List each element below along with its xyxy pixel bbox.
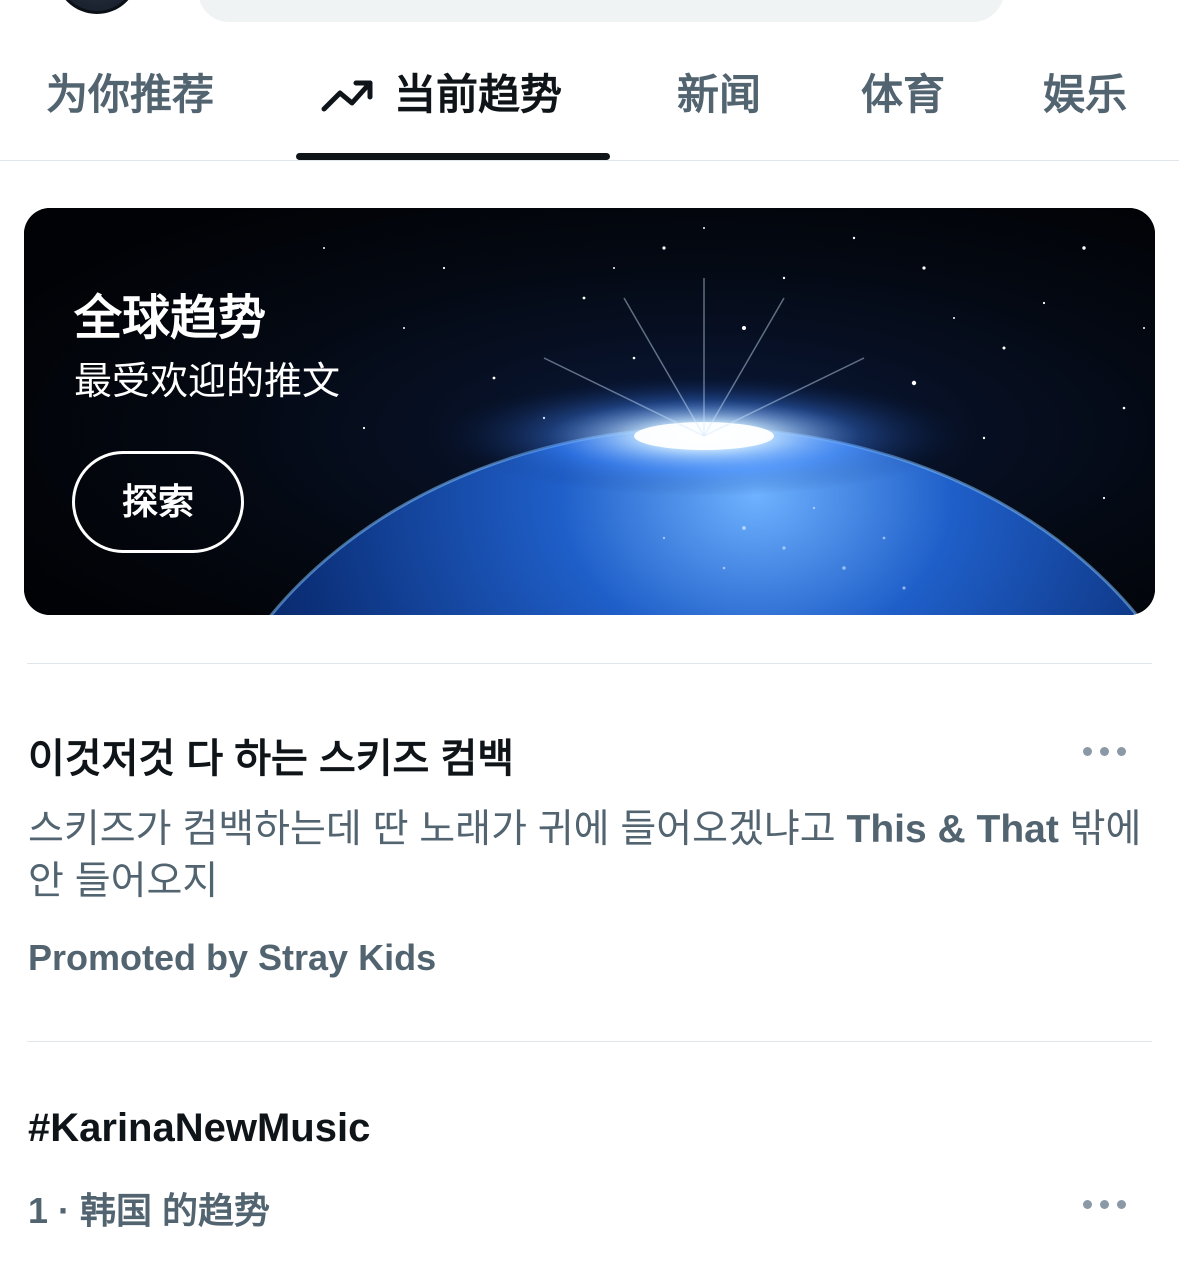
description-text: 스키즈가 컴백하는데 딴 노래가 귀에 들어오겠냐고 [28, 808, 847, 851]
tab-label: 为你推荐 [46, 71, 215, 118]
promoted-label: Promoted by Stray Kids [28, 937, 437, 978]
tab-bar: 为你推荐 当前趋势 新闻 体育 娱乐 [0, 40, 1179, 161]
trending-up-icon [321, 80, 373, 112]
tab-label: 新闻 [677, 71, 762, 118]
trend-description: 스키즈가 컴백하는데 딴 노래가 귀에 들어오겠냐고 This & That 밖… [28, 804, 1152, 908]
active-tab-indicator [296, 153, 610, 160]
top-header [0, 0, 1179, 40]
trend-hashtag: #KarinaNewMusic [28, 1106, 371, 1150]
tab-label: 娱乐 [1043, 71, 1128, 118]
hero-title: 全球趋势 [74, 292, 267, 345]
trend-title: 이것저것 다 하는 스키즈 컴백 [28, 737, 515, 781]
tab-sports[interactable]: 体育 [861, 68, 945, 128]
more-options-icon[interactable] [1083, 744, 1127, 758]
tab-label: 当前趋势 [394, 71, 563, 118]
avatar[interactable] [55, 0, 139, 14]
search-bar[interactable] [198, 0, 1004, 22]
hero-subtitle: 最受欢迎的推文 [74, 361, 341, 403]
divider [27, 663, 1152, 664]
tab-trending[interactable]: 当前趋势 [320, 68, 562, 128]
divider [27, 1041, 1152, 1042]
global-trends-banner[interactable]: 全球趋势 最受欢迎的推文 探索 [24, 208, 1155, 615]
tab-label: 体育 [861, 71, 946, 118]
tab-news[interactable]: 新闻 [677, 68, 761, 128]
explore-button[interactable]: 探索 [72, 451, 244, 553]
description-bold-text: This & That [846, 808, 1059, 851]
tab-for-you[interactable]: 为你推荐 [46, 68, 214, 128]
trend-rank-location: 1 · 韩国 的趋势 [28, 1190, 271, 1231]
tab-entertainment[interactable]: 娱乐 [1043, 68, 1127, 128]
explore-page: 为你推荐 当前趋势 新闻 体育 娱乐 全球趋势 最受欢迎的推文 探索 이것저것 … [0, 0, 1179, 1288]
more-options-icon[interactable] [1083, 1197, 1127, 1211]
earth-space-image [24, 208, 1155, 615]
